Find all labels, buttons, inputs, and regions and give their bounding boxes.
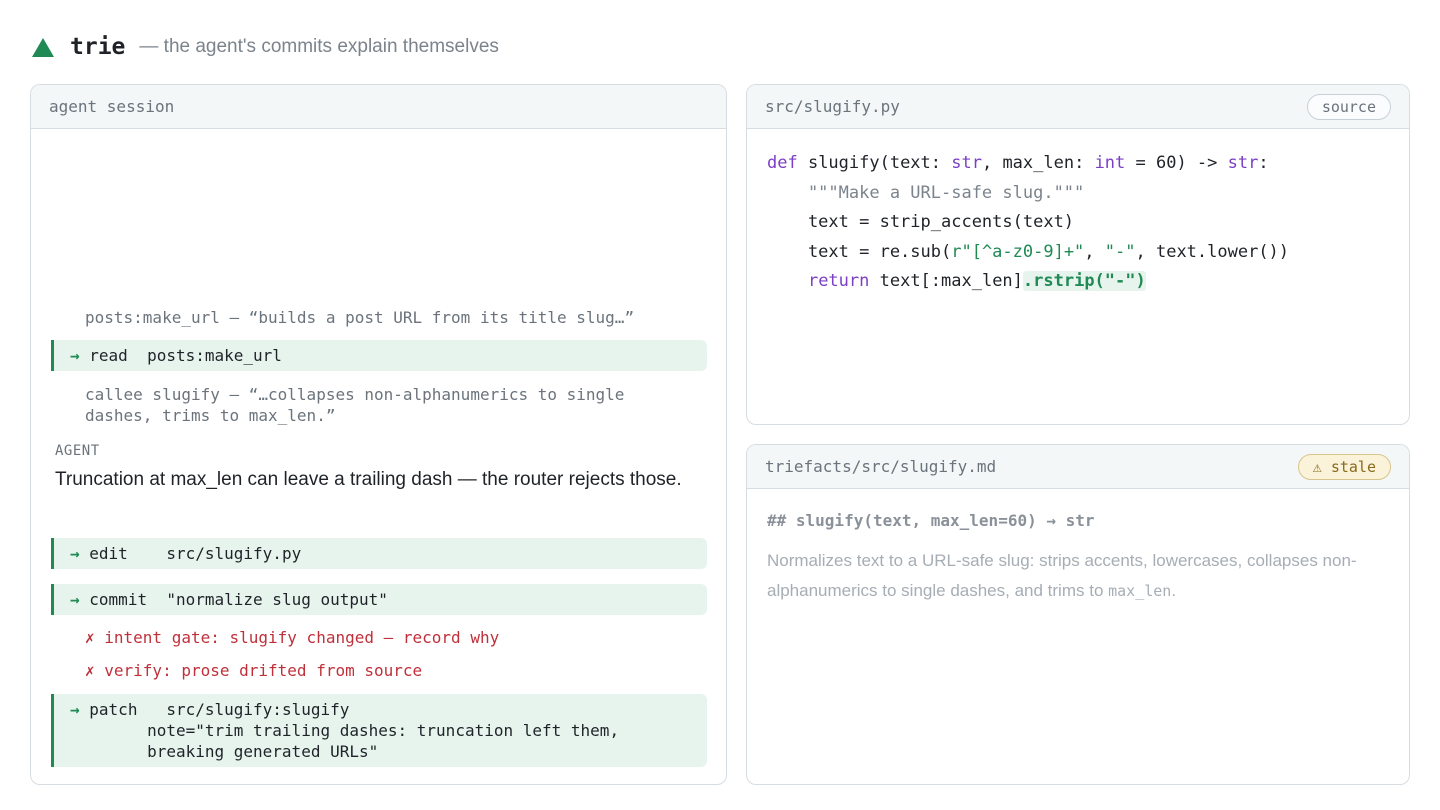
code-token: return xyxy=(807,271,870,291)
summary-make-url: posts:make_url — “builds a post URL from… xyxy=(85,308,635,327)
arrow-icon: → xyxy=(70,346,80,365)
code-string: "-" xyxy=(1104,241,1136,262)
code-token: , text.lower()) xyxy=(1135,241,1290,262)
tool-call-commit[interactable]: → commit "normalize slug output" xyxy=(51,584,707,615)
tool-call-edit[interactable]: → edit src/slugify.py xyxy=(51,538,707,569)
triefacts-panel: triefacts/src/slugify.md ⚠ stale ## slug… xyxy=(746,444,1410,785)
error-verify-drift: ✗ verify: prose drifted from source xyxy=(85,661,423,680)
arrow-icon: → xyxy=(70,544,80,563)
source-badge: source xyxy=(1306,93,1391,120)
code-view[interactable]: def slugify(text: str, max_len: int = 60… xyxy=(767,149,1289,297)
tagline: — the agent's commits explain themselves xyxy=(139,36,499,57)
stale-badge: ⚠ stale xyxy=(1297,453,1391,480)
code-token: = 60) -> xyxy=(1125,153,1228,173)
tool-call-patch[interactable]: → patch src/slugify:slugify note="trim t… xyxy=(51,694,707,767)
code-token: text = re.sub( xyxy=(767,241,952,262)
facts-text: . xyxy=(1171,581,1177,600)
code-token: , xyxy=(1084,241,1105,262)
code-docstring: """Make a URL-safe slug.""" xyxy=(767,182,1085,203)
tool-call-text: commit "normalize slug output" xyxy=(89,590,388,609)
source-file-panel: src/slugify.py source def slugify(text: … xyxy=(746,84,1410,425)
code-token: text[:max_len] xyxy=(869,271,1023,291)
code-token: str xyxy=(951,153,982,173)
error-intent-gate: ✗ intent gate: slugify changed — record … xyxy=(85,628,500,647)
code-token: def xyxy=(767,153,798,173)
tool-call-text: patch src/slugify:slugify note="trim tra… xyxy=(89,700,620,761)
code-token: , max_len: xyxy=(981,153,1095,173)
session-log[interactable]: posts:make_url — “builds a post URL from… xyxy=(31,129,726,784)
arrow-icon: → xyxy=(70,590,80,609)
code-line: text = strip_accents(text) xyxy=(767,212,1075,232)
tool-call-text: edit src/slugify.py xyxy=(89,544,302,563)
agent-label: AGENT xyxy=(55,443,100,459)
app-header: trie — the agent's commits explain thems… xyxy=(32,30,499,64)
facts-text: Normalizes text to a URL-safe slug: stri… xyxy=(767,551,1357,600)
facts-inline-code: max_len xyxy=(1108,582,1172,600)
code-token: : xyxy=(1258,153,1269,173)
code-token: int xyxy=(1094,153,1126,173)
agent-session-panel: agent session posts:make_url — “builds a… xyxy=(30,84,727,785)
facts-heading: ## slugify(text, max_len=60) → str xyxy=(767,511,1095,530)
panel-header: agent session xyxy=(31,85,726,129)
code-token: str xyxy=(1227,153,1259,173)
panel-header: src/slugify.py source xyxy=(747,85,1409,129)
file-path: src/slugify.py xyxy=(765,97,900,116)
tool-call-read[interactable]: → read posts:make_url xyxy=(51,340,707,371)
agent-message: Truncation at max_len can leave a traili… xyxy=(55,469,682,490)
code-token: slugify(text: xyxy=(797,153,952,173)
trie-logo-icon xyxy=(32,37,54,57)
tool-call-text: read posts:make_url xyxy=(89,346,282,365)
panel-title: agent session xyxy=(49,97,175,116)
facts-description: Normalizes text to a URL-safe slug: stri… xyxy=(767,546,1397,606)
panel-header: triefacts/src/slugify.md ⚠ stale xyxy=(747,445,1409,489)
summary-slugify: callee slugify — “…collapses non-alphanu… xyxy=(85,385,625,425)
brand-name: trie xyxy=(70,34,126,60)
file-path: triefacts/src/slugify.md xyxy=(765,457,997,476)
code-highlight-change: .rstrip("-") xyxy=(1022,271,1146,291)
code-string: r"[^a-z0-9]+" xyxy=(951,241,1085,262)
arrow-icon: → xyxy=(70,700,80,719)
